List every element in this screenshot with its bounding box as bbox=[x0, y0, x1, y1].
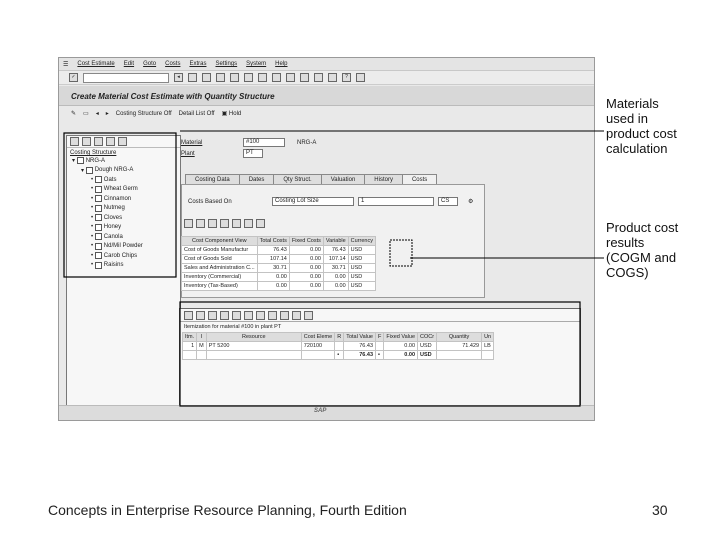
materials-highlight-box bbox=[63, 132, 177, 278]
callout-line: results bbox=[606, 235, 645, 250]
results-callout: Product cost results (COGM and COGS) bbox=[606, 220, 678, 280]
results-highlight-box bbox=[179, 301, 581, 407]
page-number: 30 bbox=[652, 502, 668, 518]
footer-title: Concepts in Enterprise Resource Planning… bbox=[48, 502, 407, 518]
callout-line: product cost bbox=[606, 126, 677, 141]
callout-line: Product cost bbox=[606, 220, 679, 235]
callout-line: (COGM and bbox=[606, 250, 677, 265]
materials-callout: Materials used in product cost calculati… bbox=[606, 96, 677, 156]
currency-highlight bbox=[389, 239, 413, 267]
callout-line: calculation bbox=[606, 141, 668, 156]
callout-line: used in bbox=[606, 111, 648, 126]
callout-line: Materials bbox=[606, 96, 659, 111]
callout-line: COGS) bbox=[606, 265, 649, 280]
